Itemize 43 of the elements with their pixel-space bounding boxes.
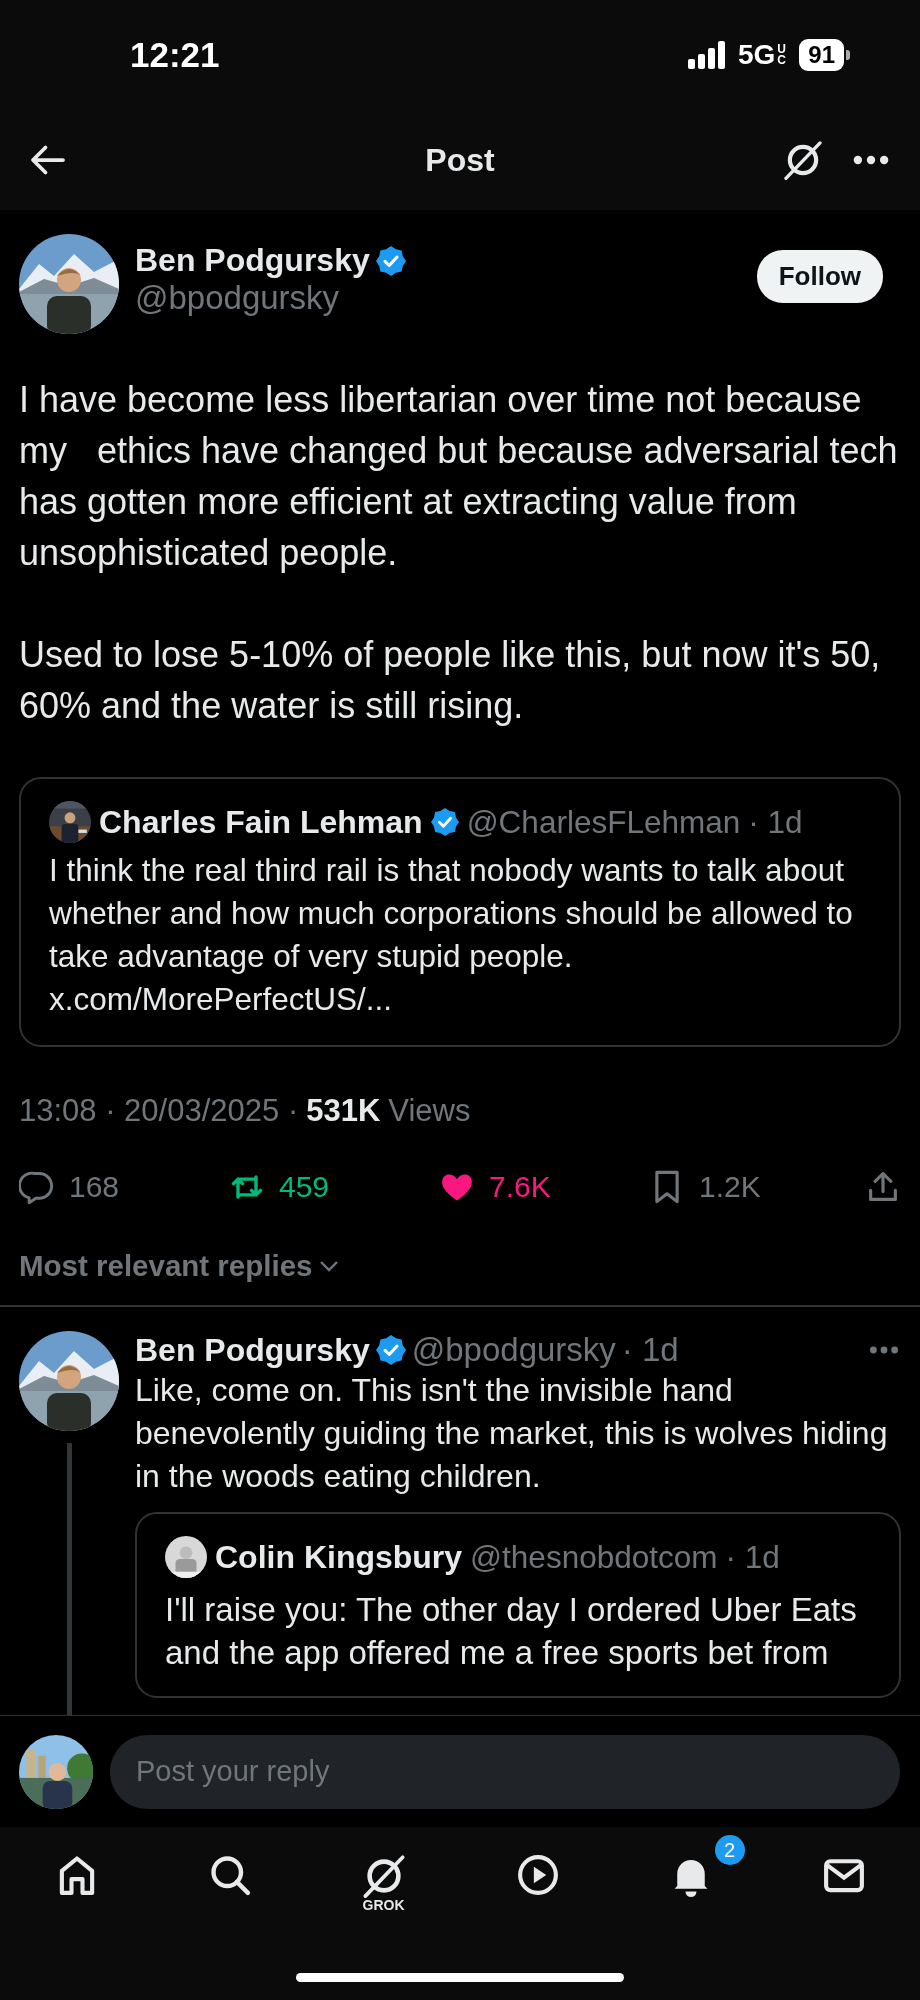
slashed-circle-icon[interactable] (782, 139, 824, 181)
views-count: 531K (306, 1093, 381, 1129)
link[interactable]: x.com/MorePerfectUS/... (49, 978, 871, 1021)
action-count: 7.6K (489, 1170, 551, 1204)
nav-label[interactable]: GROK (362, 1897, 405, 1913)
reply-icon[interactable] (19, 1169, 55, 1205)
quoted-text: I think the real third rail is that nobody wants to talk about whether and how much corporations should be allowed to take advantage of very stupid people. (49, 851, 854, 976)
author-name[interactable]: Ben Podgursky (135, 1331, 370, 1369)
slashed-circle-icon[interactable] (360, 1853, 407, 1899)
network-subtype: UC (777, 44, 787, 66)
play-icon[interactable] (515, 1853, 560, 1897)
network-type: 5G (737, 39, 776, 71)
quoted-author-name: Charles Fain Lehman (99, 803, 423, 841)
reply-input[interactable]: Post your reply (110, 1734, 900, 1809)
post-age: · 1d (621, 1331, 679, 1369)
post-text: Used to lose 5-10% of people like this, but now it's 50, 60% and the water is still rising. (19, 633, 882, 728)
replies-sort[interactable]: Most relevant replies (19, 1249, 313, 1283)
post-age: · 1d (725, 1538, 780, 1576)
reply-text: Like, come on. This isn't the invisible hand benevolently guiding the market, this is wolves hiding in the woods eating children. (135, 1371, 889, 1496)
views-label: Views (388, 1093, 471, 1129)
battery-tip (846, 50, 850, 60)
follow-button[interactable]: Follow (756, 250, 883, 303)
quoted-text: and the app offered me a free sports bet from (165, 1633, 830, 1673)
post-text: I have become less libertarian over time not because my ethics have changed but because adversarial tech has gotten more efficient at extracting value from unsophisticated people. (19, 378, 899, 575)
quoted-author-handle: @thesnobdotcom (470, 1538, 718, 1576)
action-count: 1.2K (699, 1170, 761, 1204)
status-time: 12:21 (130, 35, 220, 75)
action-count: 459 (279, 1170, 330, 1204)
quoted-post[interactable]: Colin Kingsbury @thesnobdotcom · 1d I'll raise you: The other day I ordered Uber Eats and the app offered me a free sports bet from (135, 1512, 901, 1698)
quoted-post[interactable] (19, 777, 901, 1047)
quoted-author-name: Colin Kingsbury (215, 1538, 463, 1576)
page-title: Post (425, 141, 495, 179)
notification-count: 2 (714, 1835, 745, 1865)
action-count: 168 (69, 1170, 120, 1204)
post-timestamp: 13:08 · 20/03/2025 · (19, 1093, 299, 1129)
quoted-author-handle: @CharlesFLehman (466, 803, 741, 841)
author-handle[interactable]: @bpodgursky (411, 1331, 616, 1369)
quoted-text: I'll raise you: The other day I ordered Uber Eats (165, 1590, 858, 1630)
signal-icon (687, 41, 726, 69)
author-handle[interactable]: @bpodgursky (135, 279, 757, 317)
battery-level: 91 (799, 39, 844, 71)
post-age: · 1d (748, 803, 803, 841)
author-name[interactable]: Ben Podgursky (135, 242, 370, 279)
